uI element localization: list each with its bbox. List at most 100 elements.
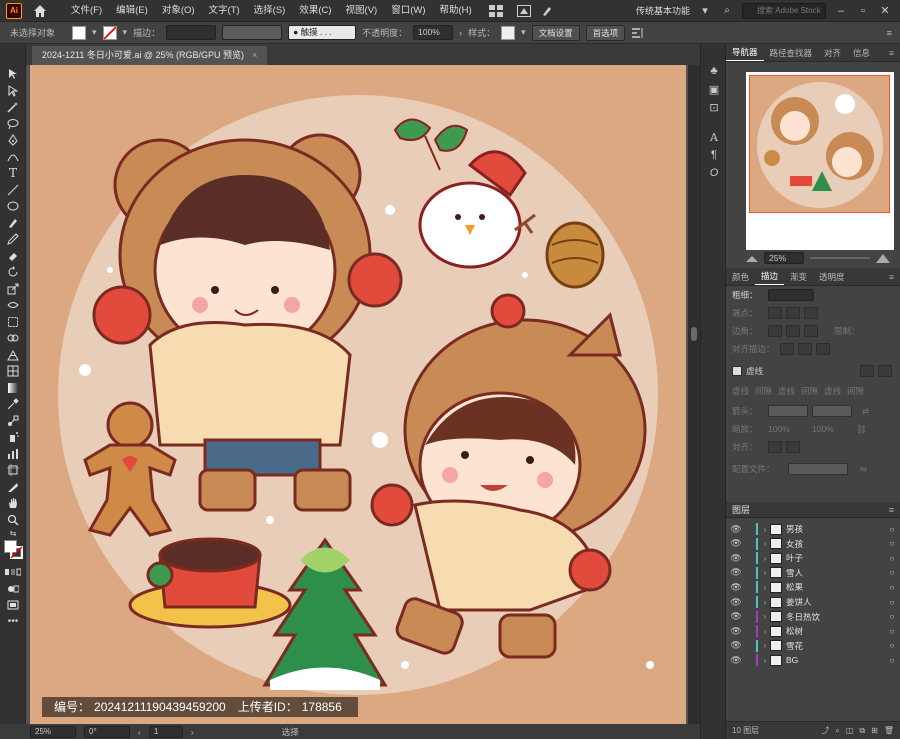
layer-name[interactable]: BG: [786, 655, 884, 665]
expand-layer-icon[interactable]: ›: [760, 525, 770, 534]
search-icon[interactable]: ⌕: [720, 5, 734, 16]
perspective-grid-tool-icon[interactable]: [0, 347, 26, 364]
tab-navigator[interactable]: 导航器: [726, 44, 764, 61]
navigator-thumbnail[interactable]: [749, 75, 890, 213]
menu-type[interactable]: 文字(T): [202, 0, 247, 22]
menu-effect[interactable]: 效果(C): [292, 0, 338, 22]
layer-name[interactable]: 叶子: [786, 552, 884, 564]
preferences-button[interactable]: 首选项: [585, 24, 626, 41]
document-tab[interactable]: 2024-1211 冬日小可爱.ai @ 25% (RGB/GPU 预览) ×: [32, 46, 268, 65]
round-cap-icon[interactable]: [786, 307, 800, 319]
opentype-panel-icon[interactable]: O: [701, 164, 727, 182]
free-transform-tool-icon[interactable]: [0, 314, 26, 331]
layer-name[interactable]: 冬日热饮: [786, 611, 884, 623]
paintbrush-tool-icon[interactable]: [0, 215, 26, 232]
home-icon[interactable]: [32, 3, 48, 19]
layer-target-icon[interactable]: ○: [884, 627, 900, 636]
paragraph-panel-icon[interactable]: ¶: [701, 146, 727, 164]
visibility-eye-icon[interactable]: 👁: [726, 567, 746, 578]
visibility-eye-icon[interactable]: 👁: [726, 626, 746, 637]
eraser-tool-icon[interactable]: [0, 248, 26, 265]
layer-target-icon[interactable]: ○: [884, 583, 900, 592]
make-clipping-mask-icon[interactable]: ◫: [846, 726, 854, 735]
navigator-zoom-slider[interactable]: [810, 257, 870, 259]
style-swatch[interactable]: [501, 25, 516, 40]
rotation-dropdown[interactable]: 0°: [84, 725, 130, 738]
libraries-panel-icon[interactable]: ⊡: [701, 98, 727, 116]
stroke-indicator[interactable]: [10, 546, 23, 559]
layer-target-icon[interactable]: ○: [884, 598, 900, 607]
visibility-eye-icon[interactable]: 👁: [726, 611, 746, 622]
artboard-number[interactable]: 1: [148, 725, 183, 738]
expand-layer-icon[interactable]: ›: [760, 612, 770, 621]
layers-menu-icon[interactable]: ≡: [889, 502, 900, 517]
close-icon[interactable]: ✕: [878, 4, 892, 17]
width-tool-icon[interactable]: [0, 297, 26, 314]
new-layer-icon[interactable]: ⊞: [871, 726, 878, 735]
collect-for-export-icon[interactable]: ⤴: [821, 725, 829, 736]
layer-row[interactable]: 👁 › 雪人 ○: [726, 566, 900, 580]
screen-mode-icon[interactable]: [0, 597, 26, 614]
fill-stroke-indicator[interactable]: [0, 538, 26, 564]
layer-target-icon[interactable]: ○: [884, 641, 900, 650]
magic-wand-tool-icon[interactable]: [0, 99, 26, 116]
zoom-in-icon[interactable]: [876, 252, 890, 264]
width-profile-dropdown[interactable]: [788, 463, 848, 475]
visibility-eye-icon[interactable]: 👁: [726, 655, 746, 666]
tab-info[interactable]: 信息: [847, 44, 876, 62]
selection-tool-icon[interactable]: [0, 66, 26, 83]
variable-width-dropdown[interactable]: [222, 25, 283, 40]
layer-name[interactable]: 姜饼人: [786, 596, 884, 608]
mesh-tool-icon[interactable]: [0, 363, 26, 380]
layer-row[interactable]: 👁 › 雪花 ○: [726, 639, 900, 653]
menu-view[interactable]: 视图(V): [339, 0, 385, 22]
tab-gradient[interactable]: 渐变: [784, 268, 813, 286]
maximize-icon[interactable]: ▫: [856, 5, 870, 17]
layer-name[interactable]: 松树: [786, 625, 884, 637]
scrollbar-thumb[interactable]: [691, 327, 697, 341]
tab-color[interactable]: 颜色: [726, 268, 755, 286]
bevel-join-icon[interactable]: [804, 325, 818, 337]
flip-profile-icon[interactable]: ⇋: [860, 464, 867, 475]
tab-align[interactable]: 对齐: [818, 44, 847, 62]
brush-icon[interactable]: [541, 5, 553, 17]
delete-layer-icon[interactable]: 🗑: [884, 726, 900, 735]
locate-object-icon[interactable]: ⌕: [835, 726, 839, 736]
layer-target-icon[interactable]: ○: [884, 539, 900, 548]
expand-layer-icon[interactable]: ›: [760, 568, 770, 577]
layer-row[interactable]: 👁 › 姜饼人 ○: [726, 595, 900, 609]
visibility-eye-icon[interactable]: 👁: [726, 597, 746, 608]
arrange-documents-icon[interactable]: [488, 4, 503, 17]
menu-help[interactable]: 帮助(H): [433, 0, 479, 22]
status-mode[interactable]: 选择: [282, 726, 299, 738]
navigator-zoom-field[interactable]: 25%: [764, 252, 804, 264]
gpu-icon[interactable]: [516, 4, 531, 17]
graphic-styles-panel-icon[interactable]: ▣: [701, 80, 727, 98]
layer-target-icon[interactable]: ○: [884, 568, 900, 577]
stroke-weight-input[interactable]: [768, 289, 814, 301]
menu-object[interactable]: 对象(O): [155, 0, 202, 22]
dash-align-icon[interactable]: [878, 365, 892, 377]
layer-target-icon[interactable]: ○: [884, 656, 900, 665]
expand-layer-icon[interactable]: ›: [760, 539, 770, 548]
tab-pathfinder[interactable]: 路径查找器: [764, 44, 819, 62]
menu-window[interactable]: 窗口(W): [384, 0, 432, 22]
fill-swatch[interactable]: [72, 25, 86, 40]
vertical-scrollbar[interactable]: [688, 65, 700, 724]
workspace-switcher[interactable]: 传统基本功能: [636, 4, 690, 17]
canvas[interactable]: 编号： 20241211190439459200 上传者ID： 178856: [26, 65, 688, 724]
menu-edit[interactable]: 编辑(E): [109, 0, 155, 22]
layer-row[interactable]: 👁 › 松果 ○: [726, 580, 900, 594]
link-scale-icon[interactable]: ⛓: [856, 424, 867, 435]
stroke-swatch[interactable]: [102, 25, 117, 40]
pen-tool-icon[interactable]: [0, 132, 26, 149]
layer-name[interactable]: 雪人: [786, 567, 884, 579]
tab-stroke[interactable]: 描边: [755, 268, 785, 285]
arrange-icon[interactable]: [631, 27, 645, 39]
dash-preserve-icon[interactable]: [860, 365, 874, 377]
layer-target-icon[interactable]: ○: [884, 554, 900, 563]
layers-panel-title[interactable]: 图层: [732, 502, 750, 517]
expand-layer-icon[interactable]: ›: [760, 583, 770, 592]
end-arrowhead-dropdown[interactable]: [812, 405, 852, 417]
pencil-tool-icon[interactable]: [0, 231, 26, 248]
